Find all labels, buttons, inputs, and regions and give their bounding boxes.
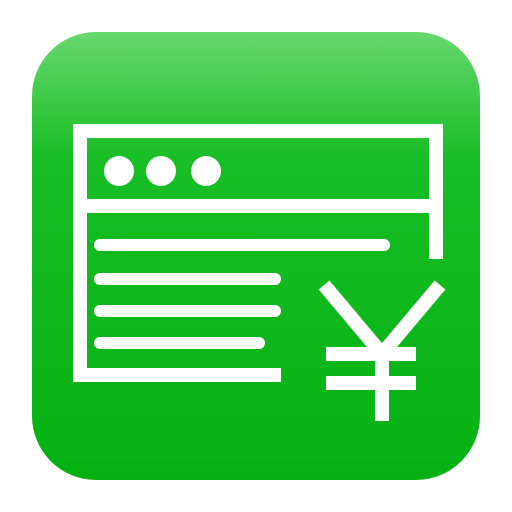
- web-page-with-yen-icon: [32, 32, 480, 480]
- app-icon[interactable]: [32, 32, 480, 480]
- window-dot-3: [191, 156, 221, 186]
- icon-canvas: [0, 0, 512, 512]
- window-controls: [104, 156, 221, 186]
- window-dot-2: [146, 156, 176, 186]
- window-dot-1: [104, 156, 134, 186]
- icon-background: [32, 32, 480, 480]
